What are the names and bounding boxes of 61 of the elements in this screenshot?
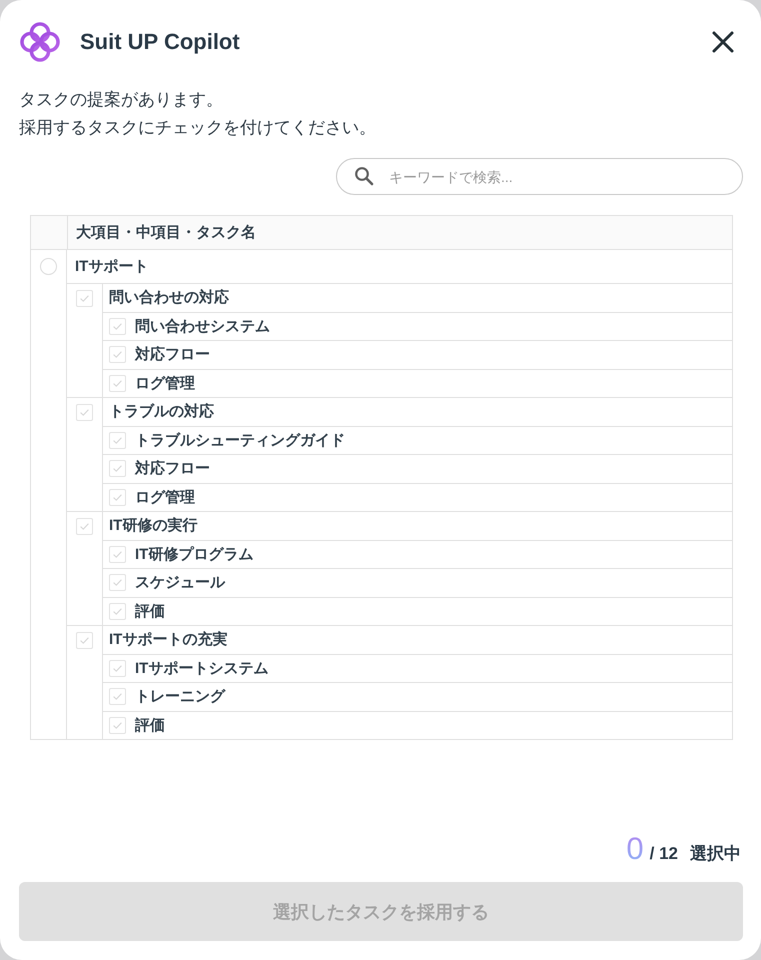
instruction-text: 採用するタスクにチェックを付けてください。 <box>19 117 377 139</box>
radio-button[interactable] <box>40 258 57 275</box>
checkbox[interactable] <box>109 488 126 506</box>
logo-icon <box>19 21 61 63</box>
checkmark-icon <box>113 722 122 729</box>
task-label: トレーニング <box>135 687 225 706</box>
checkmark-icon <box>113 664 122 672</box>
checkbox[interactable] <box>109 460 126 478</box>
selected-label: 選択中 <box>690 843 741 865</box>
task-label: 対応フロー <box>135 345 210 364</box>
task-label: 対応フロー <box>135 459 210 478</box>
subcategory-label: トラブルの対応 <box>109 402 214 422</box>
column-header: 大項目・中項目・タスク名 <box>76 223 256 242</box>
checkbox[interactable] <box>109 716 126 734</box>
checkmark-icon <box>113 494 122 501</box>
checkbox[interactable] <box>76 518 93 535</box>
subcategory-label: IT研修の実行 <box>109 516 198 536</box>
category-label: ITサポート <box>75 257 148 276</box>
search-field[interactable]: キーワードで検索... <box>336 158 743 195</box>
close-icon <box>711 30 735 54</box>
task-label: トラブルシューティングガイド <box>135 430 345 450</box>
task-label: 評価 <box>135 716 165 735</box>
checkbox[interactable] <box>109 660 126 677</box>
checkbox[interactable] <box>109 602 126 620</box>
task-label: 問い合わせシステム <box>135 316 270 336</box>
task-label: IT研修プログラム <box>135 544 254 564</box>
checkmark-icon <box>113 436 122 444</box>
checkmark-icon <box>80 295 89 302</box>
close-button[interactable] <box>711 30 735 54</box>
checkmark-icon <box>113 693 122 700</box>
checkmark-icon <box>113 322 122 330</box>
checkbox[interactable] <box>109 546 126 563</box>
checkbox[interactable] <box>76 290 93 307</box>
subcategory-label: ITサポートの充実 <box>109 630 228 650</box>
task-label: ログ管理 <box>135 374 195 393</box>
subcategory-label: 問い合わせの対応 <box>109 288 229 308</box>
task-label: ITサポートシステム <box>135 658 268 678</box>
checkmark-icon <box>113 465 122 472</box>
checkmark-icon <box>113 608 122 615</box>
search-icon <box>354 166 374 186</box>
task-label: スケジュール <box>135 573 225 592</box>
task-label: 評価 <box>135 602 165 621</box>
checkmark-icon <box>113 351 122 358</box>
checkmark-icon <box>80 523 89 530</box>
checkmark-icon <box>113 579 122 586</box>
checkbox[interactable] <box>109 432 126 449</box>
checkbox[interactable] <box>76 404 93 421</box>
checkbox[interactable] <box>109 374 126 392</box>
instruction-text: タスクの提案があります。 <box>19 89 224 111</box>
checkbox[interactable] <box>109 318 126 335</box>
checkmark-icon <box>80 409 89 416</box>
checkmark-icon <box>80 637 89 644</box>
app-title: Suit UP Copilot <box>80 29 240 55</box>
checkbox[interactable] <box>109 688 126 706</box>
checkbox[interactable] <box>109 346 126 364</box>
total-count: / 12 <box>650 844 678 864</box>
checkbox[interactable] <box>109 574 126 592</box>
task-label: ログ管理 <box>135 488 195 507</box>
checkmark-icon <box>113 380 122 387</box>
checkbox[interactable] <box>76 632 93 649</box>
checkmark-icon <box>113 550 122 558</box>
